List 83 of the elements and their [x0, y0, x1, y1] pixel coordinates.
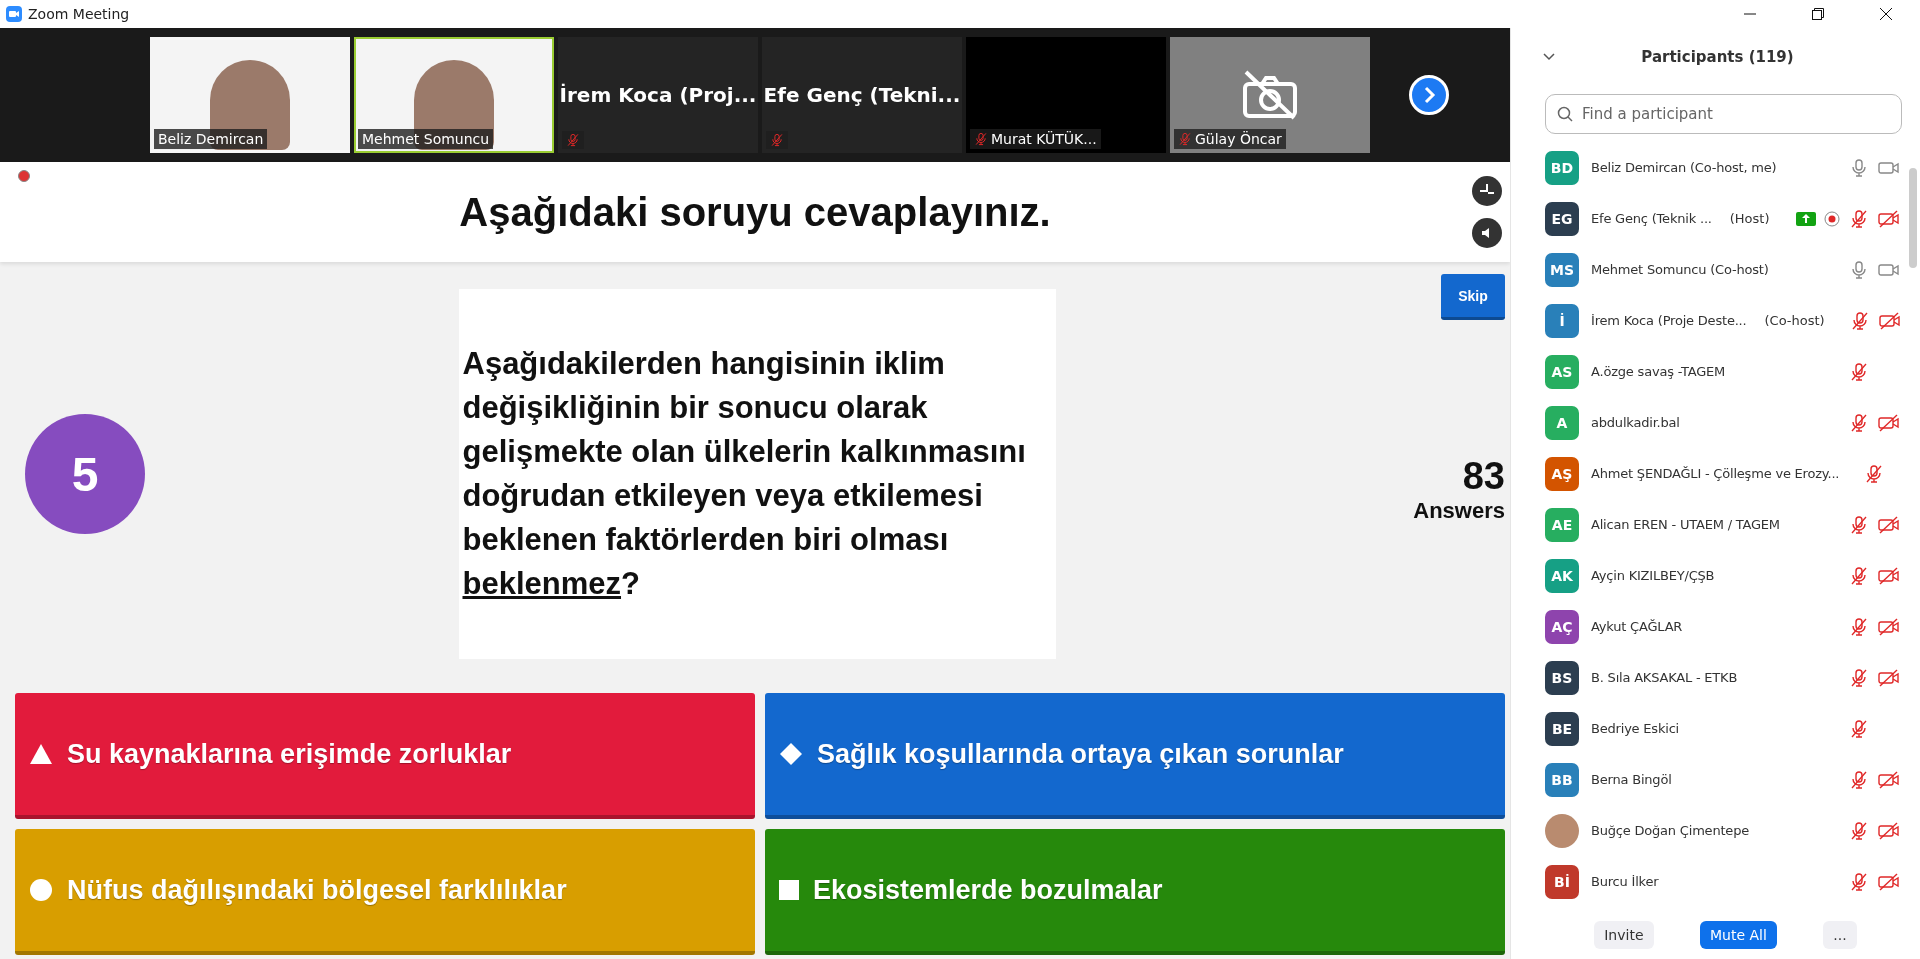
participant-row[interactable]: MS Mehmet Somuncu (Co-host): [1511, 244, 1920, 295]
participant-name: Beliz Demircan (Co-host, me): [1591, 160, 1777, 175]
skip-button[interactable]: Skip: [1441, 274, 1505, 320]
participant-row[interactable]: İ İrem Koca (Proje Deste... (Co-host): [1511, 295, 1920, 346]
chevron-right-icon: [1422, 86, 1436, 104]
avatar-photo-placeholder: [1545, 813, 1579, 848]
initials-avatar: BD: [1545, 150, 1579, 185]
minimize-slide-button[interactable]: [1472, 176, 1502, 206]
initials-avatar: AŞ: [1545, 456, 1579, 491]
participant-row[interactable]: Bİ Burcu İlker: [1511, 856, 1920, 907]
participant-name: A.özge savaş -TAGEM: [1591, 364, 1726, 379]
participant-row[interactable]: AŞ Ahmet ŞENDAĞLI - Çölleşme ve Erozy...: [1511, 448, 1920, 499]
initials-avatar: BE: [1545, 711, 1579, 746]
participant-row[interactable]: BS B. Sıla AKSAKAL - ETKB: [1511, 652, 1920, 703]
sound-button[interactable]: [1472, 218, 1502, 248]
answers-label: Answers: [1413, 498, 1505, 524]
initials-avatar: EG: [1545, 201, 1579, 236]
answer-option[interactable]: Ekosistemlerde bozulmalar: [765, 829, 1505, 955]
camera-off-icon: [1240, 70, 1300, 120]
question-number: 5: [25, 414, 145, 534]
initials-avatar: A: [1545, 405, 1579, 440]
participant-name: Ahmet ŞENDAĞLI - Çölleşme ve Erozy...: [1591, 466, 1840, 481]
answer-option[interactable]: Su kaynaklarına erişimde zorluklar: [15, 693, 755, 819]
participant-row[interactable]: BB Berna Bingöl: [1511, 754, 1920, 805]
initials-avatar: AÇ: [1545, 609, 1579, 644]
participant-name: Gülay Öncar: [1195, 131, 1282, 147]
participant-name: Buğçe Doğan Çimentepe: [1591, 823, 1749, 838]
participant-name: abdulkadir.bal: [1591, 415, 1680, 430]
next-page-button[interactable]: [1409, 75, 1449, 115]
answer-option[interactable]: Sağlık koşullarında ortaya çıkan sorunlar: [765, 693, 1505, 819]
question-text: Aşağıdakilerden hangisinin iklim değişikliğinin bir sonucu olarak gelişmekte olan ülkelerin kalkınmasını doğrudan etkileyen veya etkilemesi beklenen faktörlerden biri olması beklenmez?: [462, 345, 1027, 603]
scrollbar[interactable]: [1909, 168, 1917, 268]
instruction-title: Aşağıdaki soruyu cevaplayınız.: [459, 189, 1051, 235]
participant-name: Aykut ÇAĞLAR: [1591, 619, 1683, 634]
chevron-down-icon[interactable]: [1543, 53, 1555, 61]
window-title: Zoom Meeting: [28, 6, 131, 22]
participant-row[interactable]: AÇ Aykut ÇAĞLAR: [1511, 601, 1920, 652]
panel-title: Participants (119): [1640, 48, 1795, 66]
initials-avatar: İ: [1545, 303, 1579, 338]
camera-logo-icon: [6, 6, 22, 22]
participant-role: (Host): [1729, 211, 1770, 226]
secondary-button[interactable]: ...: [1823, 921, 1857, 949]
participant-row[interactable]: AS A.özge savaş -TAGEM: [1511, 346, 1920, 397]
participant-row[interactable]: AK Ayçin KIZILBEY/ÇŞB: [1511, 550, 1920, 601]
participant-row[interactable]: BD Beliz Demircan (Co-host, me): [1511, 142, 1920, 193]
participant-role: (Co-host): [1764, 313, 1825, 328]
search-field[interactable]: Find a participant: [1545, 94, 1902, 134]
initials-avatar: AE: [1545, 507, 1579, 542]
participant-row[interactable]: BE Bedriye Eskici: [1511, 703, 1920, 754]
participant-row[interactable]: A abdulkadir.bal: [1511, 397, 1920, 448]
participant-name: İrem Koca (Proj...: [559, 83, 757, 107]
restore-icon[interactable]: [1812, 8, 1824, 20]
triangle-icon: [29, 743, 53, 765]
participant-name: B. Sıla AKSAKAL - ETKB: [1591, 670, 1738, 685]
square-icon: [779, 880, 799, 900]
initials-avatar: AS: [1545, 354, 1579, 389]
primary-button[interactable]: Mute All: [1700, 921, 1777, 949]
answers-count: 83: [1461, 455, 1505, 498]
participant-name: Bedriye Eskici: [1591, 721, 1680, 736]
participant-name: Murat KÜTÜK...: [991, 131, 1097, 147]
initials-avatar: MS: [1545, 252, 1579, 287]
close-icon[interactable]: [1880, 8, 1892, 20]
initials-avatar: BB: [1545, 762, 1579, 797]
participant-name: Mehmet Somuncu (Co-host): [1591, 262, 1769, 277]
participant-row[interactable]: AE Alican EREN - UTAEM / TAGEM: [1511, 499, 1920, 550]
diamond-icon: [779, 742, 803, 766]
participant-name: Ayçin KIZILBEY/ÇŞB: [1591, 568, 1715, 583]
recording-dot-icon: [18, 170, 30, 182]
participant-name: Berna Bingöl: [1591, 772, 1672, 787]
participant-name: Mehmet Somuncu: [362, 131, 490, 147]
secondary-button[interactable]: Invite: [1594, 921, 1654, 949]
initials-avatar: Bİ: [1545, 864, 1579, 899]
participant-row[interactable]: EG Efe Genç (Teknik ... (Host): [1511, 193, 1920, 244]
participant-name: Burcu İlker: [1591, 874, 1659, 889]
participant-name: Efe Genç (Tekni...: [763, 83, 961, 107]
initials-avatar: BS: [1545, 660, 1579, 695]
participant-name: Beliz Demircan: [158, 131, 264, 147]
initials-avatar: AK: [1545, 558, 1579, 593]
participant-name: Alican EREN - UTAEM / TAGEM: [1591, 517, 1780, 532]
participant-name: İrem Koca (Proje Deste...: [1591, 313, 1747, 328]
circle-icon: [29, 878, 53, 902]
participant-name: Efe Genç (Teknik ...: [1591, 211, 1712, 226]
participant-row[interactable]: Buğçe Doğan Çimentepe: [1511, 805, 1920, 856]
